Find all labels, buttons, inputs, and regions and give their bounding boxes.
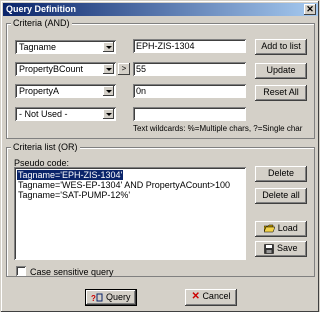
cancel-label: Cancel <box>202 291 231 301</box>
chevron-down-icon[interactable] <box>103 109 114 119</box>
field-select-4-value: - Not Used - <box>19 109 68 119</box>
delete-all-label: Delete all <box>262 190 300 200</box>
save-button[interactable]: Save <box>255 241 307 257</box>
folder-open-icon <box>264 224 276 233</box>
value-input-3[interactable]: 0n <box>133 84 246 98</box>
field-select-1[interactable]: Tagname <box>15 40 116 54</box>
value-input-4[interactable] <box>133 107 246 121</box>
field-select-2[interactable]: PropertyBCount <box>15 62 116 76</box>
save-label: Save <box>277 243 298 253</box>
title-bar: Query Definition ✕ <box>3 3 318 16</box>
criteria-or-label: Criteria list (OR) <box>11 142 80 152</box>
query-label: Query <box>106 292 131 302</box>
list-item[interactable]: Tagname='SAT-PUMP-12%' <box>17 190 131 200</box>
update-button[interactable]: Update <box>255 63 307 79</box>
update-label: Update <box>266 65 296 75</box>
wildcard-hint: Text wildcards: %=Multiple chars, ?=Sing… <box>133 124 303 133</box>
field-select-3-value: PropertyA <box>19 86 60 96</box>
add-to-list-button[interactable]: Add to list <box>255 39 307 55</box>
svg-text:?: ? <box>91 294 96 302</box>
cancel-x-icon: ✕ <box>191 291 200 302</box>
cancel-button[interactable]: ✕ Cancel <box>185 289 237 306</box>
floppy-disk-icon <box>264 243 275 254</box>
reset-all-label: Reset All <box>263 87 299 97</box>
delete-all-button[interactable]: Delete all <box>255 188 307 204</box>
reset-all-button[interactable]: Reset All <box>255 85 307 101</box>
query-definition-dialog: Query Definition ✕ Criteria (AND) Tagnam… <box>0 0 319 312</box>
delete-label: Delete <box>267 168 294 178</box>
field-select-4[interactable]: - Not Used - <box>15 107 116 121</box>
chevron-down-icon[interactable] <box>103 64 114 74</box>
criteria-and-label: Criteria (AND) <box>11 18 72 28</box>
chevron-down-icon[interactable] <box>103 86 114 96</box>
load-label: Load <box>277 223 298 233</box>
operator-button[interactable]: > <box>118 63 130 75</box>
criteria-list[interactable]: Tagname='EPH-ZIS-1304' Tagname='WES-EP-1… <box>14 167 246 260</box>
add-to-list-label: Add to list <box>261 41 301 51</box>
list-item[interactable]: Tagname='WES-EP-1304' AND PropertyACount… <box>17 180 231 190</box>
close-icon[interactable]: ✕ <box>304 4 316 15</box>
value-input-1[interactable]: EPH-ZIS-1304 <box>133 39 246 53</box>
case-sensitive-label: Case sensitive query <box>30 267 114 277</box>
window-title: Query Definition <box>6 4 77 14</box>
query-button[interactable]: ? Query <box>85 289 137 306</box>
delete-button[interactable]: Delete <box>255 166 307 182</box>
field-select-1-value: Tagname <box>19 42 57 52</box>
field-select-3[interactable]: PropertyA <box>15 84 116 98</box>
value-input-2[interactable]: 55 <box>133 62 246 76</box>
list-item[interactable]: Tagname='EPH-ZIS-1304' <box>15 169 125 181</box>
field-select-2-value: PropertyBCount <box>19 64 84 74</box>
query-icon: ? <box>91 293 103 302</box>
case-sensitive-checkbox[interactable] <box>16 266 26 276</box>
chevron-down-icon[interactable] <box>103 42 114 52</box>
load-button[interactable]: Load <box>255 221 307 237</box>
